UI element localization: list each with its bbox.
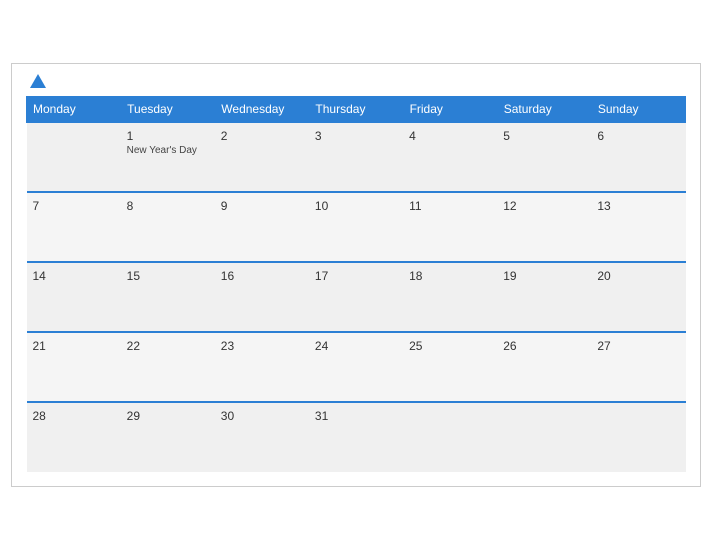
calendar-cell: 28 (27, 402, 121, 472)
day-number: 3 (315, 129, 397, 143)
day-number: 9 (221, 199, 303, 213)
day-number: 6 (597, 129, 679, 143)
calendar-cell: 2 (215, 122, 309, 192)
calendar-cell: 29 (121, 402, 215, 472)
calendar-cell: 17 (309, 262, 403, 332)
day-number: 7 (33, 199, 115, 213)
calendar-cell: 11 (403, 192, 497, 262)
day-number: 4 (409, 129, 491, 143)
calendar-cell: 16 (215, 262, 309, 332)
calendar-cell: 22 (121, 332, 215, 402)
week-row-1: 1 New Year's Day 23456 (27, 122, 686, 192)
day-number: 31 (315, 409, 397, 423)
calendar-cell (497, 402, 591, 472)
calendar-cell: 8 (121, 192, 215, 262)
calendar-cell: 30 (215, 402, 309, 472)
weekday-header-monday: Monday (27, 97, 121, 123)
day-number: 19 (503, 269, 585, 283)
calendar-cell: 19 (497, 262, 591, 332)
day-number: 26 (503, 339, 585, 353)
calendar-cell: 23 (215, 332, 309, 402)
day-number: 15 (127, 269, 209, 283)
day-number: 16 (221, 269, 303, 283)
weekday-header-tuesday: Tuesday (121, 97, 215, 123)
day-number: 25 (409, 339, 491, 353)
calendar-cell: 6 (591, 122, 685, 192)
day-number: 17 (315, 269, 397, 283)
calendar-cell: 9 (215, 192, 309, 262)
calendar-cell: 4 (403, 122, 497, 192)
weekday-header-sunday: Sunday (591, 97, 685, 123)
calendar-container: MondayTuesdayWednesdayThursdayFridaySatu… (11, 63, 701, 487)
calendar-cell: 10 (309, 192, 403, 262)
calendar-cell: 21 (27, 332, 121, 402)
day-number: 20 (597, 269, 679, 283)
weekday-header-saturday: Saturday (497, 97, 591, 123)
calendar-cell: 25 (403, 332, 497, 402)
day-number: 24 (315, 339, 397, 353)
calendar-thead: MondayTuesdayWednesdayThursdayFridaySatu… (27, 97, 686, 123)
logo (26, 74, 46, 88)
calendar-cell: 15 (121, 262, 215, 332)
weekday-header-row: MondayTuesdayWednesdayThursdayFridaySatu… (27, 97, 686, 123)
calendar-cell: 27 (591, 332, 685, 402)
calendar-cell: 5 (497, 122, 591, 192)
day-number: 10 (315, 199, 397, 213)
day-number: 11 (409, 199, 491, 213)
calendar-cell: 12 (497, 192, 591, 262)
day-number: 5 (503, 129, 585, 143)
week-row-5: 28 29 30 31 (27, 402, 686, 472)
week-row-2: 789 10 11 12 13 (27, 192, 686, 262)
weekday-header-friday: Friday (403, 97, 497, 123)
calendar-cell (27, 122, 121, 192)
day-number: 1 (127, 129, 209, 143)
day-number: 13 (597, 199, 679, 213)
day-number: 29 (127, 409, 209, 423)
day-number: 14 (33, 269, 115, 283)
calendar-cell: 14 (27, 262, 121, 332)
day-number: 8 (127, 199, 209, 213)
day-number: 27 (597, 339, 679, 353)
week-row-4: 21 22 23 24 25 26 27 (27, 332, 686, 402)
weekday-header-thursday: Thursday (309, 97, 403, 123)
day-number: 12 (503, 199, 585, 213)
day-number: 2 (221, 129, 303, 143)
day-number: 30 (221, 409, 303, 423)
week-row-3: 14 15 16 17 18 19 20 (27, 262, 686, 332)
day-number: 28 (33, 409, 115, 423)
day-number: 21 (33, 339, 115, 353)
calendar-cell: 26 (497, 332, 591, 402)
calendar-cell: 1 New Year's Day (121, 122, 215, 192)
calendar-header (26, 74, 686, 88)
calendar-cell: 7 (27, 192, 121, 262)
calendar-cell: 3 (309, 122, 403, 192)
calendar-cell: 20 (591, 262, 685, 332)
day-number: 23 (221, 339, 303, 353)
day-number: 18 (409, 269, 491, 283)
calendar-cell: 24 (309, 332, 403, 402)
weekday-header-wednesday: Wednesday (215, 97, 309, 123)
calendar-cell: 31 (309, 402, 403, 472)
calendar-cell: 18 (403, 262, 497, 332)
holiday-label: New Year's Day (127, 145, 209, 156)
day-number: 22 (127, 339, 209, 353)
calendar-cell (591, 402, 685, 472)
logo-triangle-icon (30, 74, 46, 88)
calendar-cell: 13 (591, 192, 685, 262)
calendar-cell (403, 402, 497, 472)
calendar-table: MondayTuesdayWednesdayThursdayFridaySatu… (26, 96, 686, 472)
calendar-body: 1New Year's Day2345678910111213141516171… (27, 122, 686, 472)
